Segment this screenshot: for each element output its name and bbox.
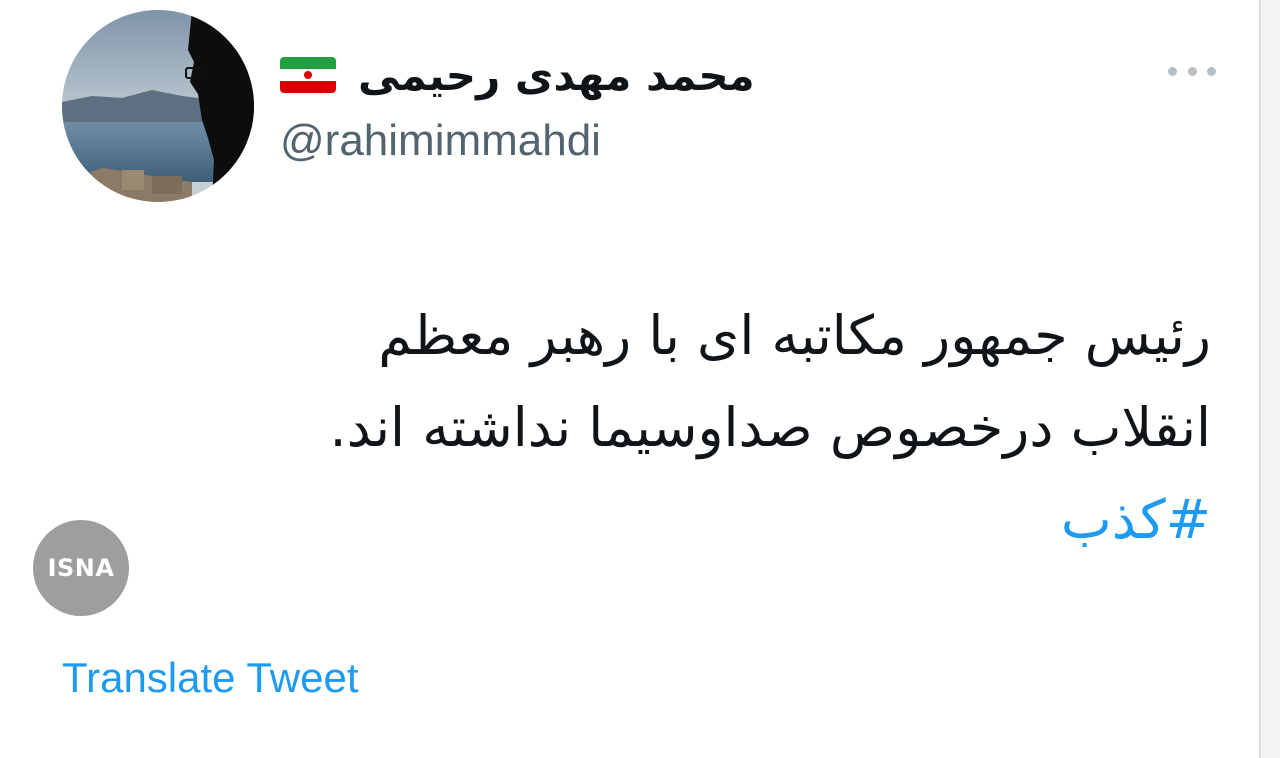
user-handle[interactable]: @rahimimmahdi — [280, 116, 840, 166]
display-name[interactable]: محمد مهدی رحیمی — [358, 51, 755, 100]
tweet-card: محمد مهدی رحیمی @rahimimmahdi رئیس جمهور… — [0, 0, 1259, 758]
iran-flag-icon — [280, 57, 336, 93]
avatar-image — [62, 10, 254, 202]
hashtag-link[interactable]: #کذب — [91, 474, 1211, 566]
tweet-header: محمد مهدی رحیمی @rahimimmahdi — [280, 40, 840, 166]
isna-watermark: ISNA — [33, 520, 129, 616]
scrollbar-edge — [1259, 0, 1280, 758]
dot — [1168, 66, 1177, 76]
avatar[interactable] — [62, 10, 254, 202]
tweet-text: رئیس جمهور مکاتبه ای با رهبر معظم انقلاب… — [91, 290, 1211, 566]
dot — [1207, 66, 1216, 76]
tweet-text-line: انقلاب درخصوص صداوسیما نداشته اند. — [329, 396, 1211, 459]
dot — [1187, 66, 1197, 76]
tweet-text-line: رئیس جمهور مکاتبه ای با رهبر معظم — [378, 304, 1211, 367]
more-options-icon[interactable] — [1168, 56, 1216, 86]
name-row: محمد مهدی رحیمی — [280, 40, 840, 110]
translate-tweet-link[interactable]: Translate Tweet — [62, 654, 358, 702]
